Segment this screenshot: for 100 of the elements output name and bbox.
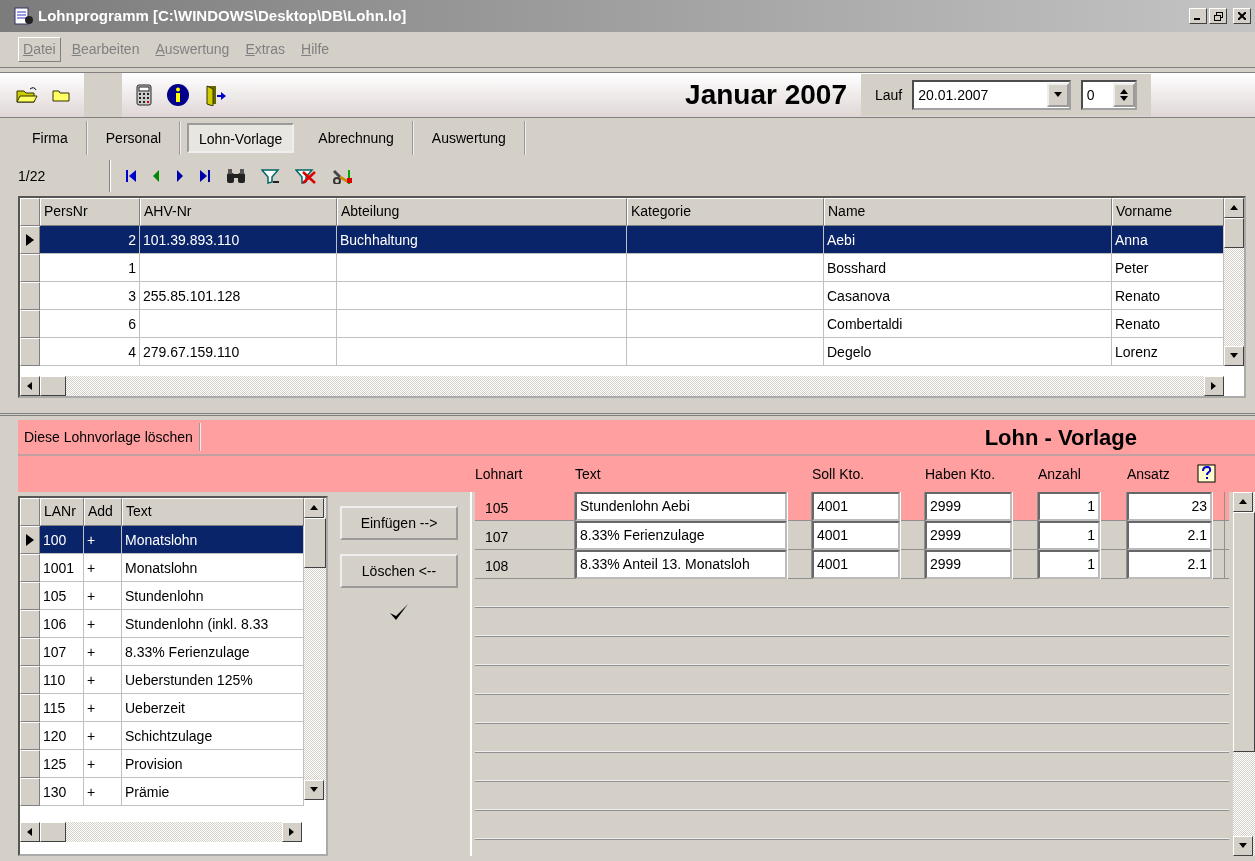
spin-button[interactable] <box>1113 83 1135 107</box>
column-header[interactable]: Vorname <box>1112 198 1224 226</box>
input-field[interactable]: 8.33% Ferienzulage <box>575 521 787 550</box>
input-field[interactable]: 1 <box>1038 492 1100 521</box>
table-row[interactable]: 6 Combertaldi Renato <box>20 310 1224 338</box>
first-record-button[interactable] <box>125 168 138 184</box>
table-row[interactable]: 108 8.33% Anteil 13. Monatsloh 4001 2999 1 2.1 <box>475 550 1229 579</box>
table-row[interactable]: 115 + Ueberzeit <box>20 694 304 722</box>
table-cell: + <box>84 778 122 806</box>
tab[interactable]: Lohn-Vorlage <box>187 123 295 153</box>
input-field[interactable]: 2.1 <box>1127 550 1212 579</box>
clear-filter-button[interactable] <box>295 168 318 184</box>
scroll-down-button[interactable] <box>1224 346 1244 366</box>
calculator-icon <box>136 84 152 106</box>
table-row[interactable]: 120 + Schichtzulage <box>20 722 304 750</box>
input-field[interactable]: 4001 <box>812 492 900 521</box>
column-header[interactable]: Name <box>824 198 1112 226</box>
open-folder-icon <box>16 86 38 104</box>
input-field[interactable]: 2.1 <box>1127 521 1212 550</box>
input-field[interactable]: 23 <box>1127 492 1212 521</box>
minimize-button[interactable] <box>1189 8 1207 24</box>
input-field[interactable]: 2999 <box>925 521 1012 550</box>
input-field[interactable]: 1 <box>1038 521 1100 550</box>
table-row[interactable]: 1 Bosshard Peter <box>20 254 1224 282</box>
table-row[interactable]: 105 Stundenlohn Aebi 4001 2999 1 23 <box>475 492 1229 521</box>
scroll-left-button[interactable] <box>20 822 40 842</box>
scroll-thumb[interactable] <box>304 518 326 568</box>
scroll-left-button[interactable] <box>20 376 40 396</box>
restore-button[interactable] <box>1209 8 1227 24</box>
table-cell: 4 <box>40 338 140 366</box>
last-record-button[interactable] <box>199 168 212 184</box>
tab[interactable]: Personal <box>87 121 182 155</box>
scroll-thumb[interactable] <box>40 822 66 842</box>
table-row[interactable]: 125 + Provision <box>20 750 304 778</box>
scroll-thumb[interactable] <box>40 376 66 396</box>
scroll-thumb[interactable] <box>1233 512 1255 752</box>
column-header[interactable]: PersNr <box>40 198 140 226</box>
input-field[interactable]: 1 <box>1038 550 1100 579</box>
column-header[interactable]: LANr <box>40 498 84 526</box>
scroll-up-button[interactable] <box>1224 198 1244 218</box>
remove-button[interactable]: Löschen <-- <box>340 554 458 588</box>
next-record-button[interactable] <box>175 168 186 184</box>
input-field[interactable]: 4001 <box>812 550 900 579</box>
table-row[interactable]: 2 101.39.893.110 Buchhaltung Aebi Anna <box>20 226 1224 254</box>
table-row[interactable]: 107 8.33% Ferienzulage 4001 2999 1 2.1 <box>475 521 1229 550</box>
scroll-up-arrow-icon <box>1229 203 1239 213</box>
next-record-icon <box>175 168 186 184</box>
run-number-spinner[interactable]: 0 <box>1080 80 1137 110</box>
info-button[interactable] <box>166 83 190 107</box>
column-header[interactable]: Text <box>122 498 304 526</box>
table-row[interactable]: 4 279.67.159.110 Degelo Lorenz <box>20 338 1224 366</box>
binoculars-icon <box>225 168 248 184</box>
column-header: Ansatz <box>1127 464 1170 484</box>
scroll-up-button[interactable] <box>304 498 324 518</box>
table-cell: 279.67.159.110 <box>140 338 337 366</box>
scroll-right-button[interactable] <box>282 822 302 842</box>
help-icon[interactable] <box>1197 464 1217 484</box>
table-row[interactable]: 106 + Stundenlohn (inkl. 8.33 <box>20 610 304 638</box>
input-field[interactable]: 2999 <box>925 492 1012 521</box>
window-title: Lohnprogramm [C:\WINDOWS\Desktop\DB\Lohn.lo] <box>38 5 407 26</box>
column-header[interactable]: Add <box>84 498 122 526</box>
table-row[interactable]: 1001 + Monatslohn <box>20 554 304 582</box>
delete-template-button[interactable]: Diese Lohnvorlage löschen <box>18 423 201 451</box>
input-field[interactable]: Stundenlohn Aebi <box>575 492 787 521</box>
column-header[interactable]: Kategorie <box>627 198 824 226</box>
binoculars-button[interactable] <box>225 168 248 184</box>
period-title: Januar 2007 <box>685 78 847 112</box>
table-row[interactable]: 100 + Monatslohn <box>20 526 304 554</box>
scroll-up-button[interactable] <box>1233 492 1253 512</box>
run-date-dropdown[interactable]: 20.01.2007 <box>912 80 1071 110</box>
scroll-thumb[interactable] <box>1224 218 1244 248</box>
info-icon <box>166 83 190 107</box>
input-field[interactable]: 8.33% Anteil 13. Monatsloh <box>575 550 787 579</box>
previous-record-button[interactable] <box>151 168 162 184</box>
exit-button[interactable] <box>204 84 226 106</box>
tab[interactable]: Firma <box>14 121 88 155</box>
tab[interactable]: Auswertung <box>413 121 526 155</box>
table-row[interactable]: 110 + Ueberstunden 125% <box>20 666 304 694</box>
table-row[interactable]: 130 + Prämie <box>20 778 304 806</box>
insert-button[interactable]: Einfügen --> <box>340 506 458 540</box>
table-row[interactable]: 107 + 8.33% Ferienzulage <box>20 638 304 666</box>
close-button[interactable] <box>1233 8 1251 24</box>
folder-button[interactable] <box>52 88 70 102</box>
scroll-down-button[interactable] <box>304 780 324 800</box>
calculator-button[interactable] <box>136 84 152 106</box>
scroll-down-button[interactable] <box>1233 836 1253 856</box>
tab[interactable]: Abrechnung <box>300 121 414 155</box>
input-field[interactable]: 4001 <box>812 521 900 550</box>
table-cell: 130 <box>40 778 84 806</box>
dropdown-button[interactable] <box>1046 83 1069 107</box>
table-row[interactable]: 3 255.85.101.128 Casanova Renato <box>20 282 1224 310</box>
table-row[interactable]: 105 + Stundenlohn <box>20 582 304 610</box>
open-folder-button[interactable] <box>16 86 38 104</box>
scroll-right-button[interactable] <box>1204 376 1224 396</box>
column-header[interactable]: Abteilung <box>337 198 627 226</box>
column-header[interactable]: AHV-Nr <box>140 198 337 226</box>
scroll-up-arrow-icon <box>1238 497 1248 507</box>
app-icon <box>14 7 34 25</box>
filter-button[interactable] <box>261 168 282 184</box>
input-field[interactable]: 2999 <box>925 550 1012 579</box>
